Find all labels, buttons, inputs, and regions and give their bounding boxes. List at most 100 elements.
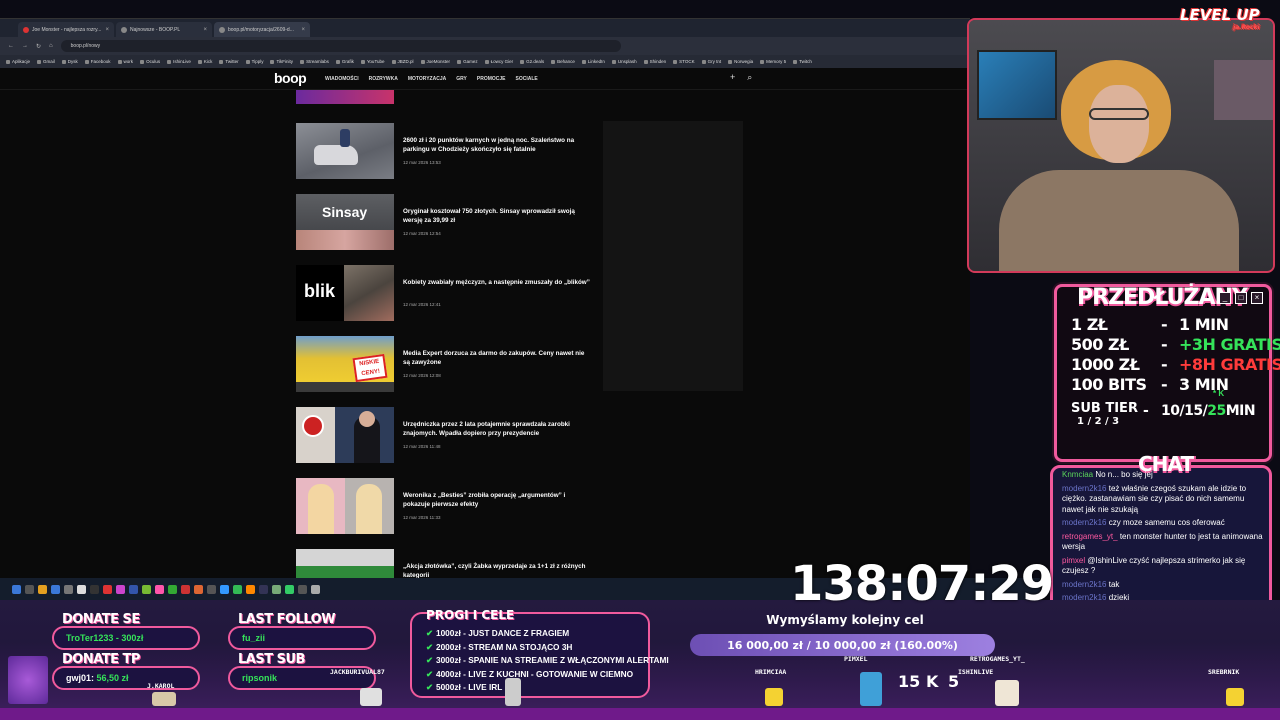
pixel-character xyxy=(995,680,1019,706)
nav-promocje[interactable]: PROMOCJE xyxy=(477,76,506,82)
taskbar-app-icon[interactable] xyxy=(25,584,34,594)
article-item[interactable]: blik Kobiety zwabiały mężczyzn, a następ… xyxy=(296,265,596,321)
taskbar-app-icon[interactable] xyxy=(181,584,190,594)
address-field[interactable]: boop.pl/nowy xyxy=(60,40,621,52)
taskbar-app-icon[interactable] xyxy=(246,584,255,594)
taskbar-app-icon[interactable] xyxy=(155,584,164,594)
bookmark-item[interactable]: Oculus xyxy=(140,59,160,64)
bookmark-item[interactable]: Memory 5 xyxy=(760,59,786,64)
article-thumb[interactable] xyxy=(296,478,394,534)
bookmark-item[interactable]: Gmail xyxy=(37,59,55,64)
tab-boop-najnowsze[interactable]: Najnowsze - BOOP.PL × xyxy=(116,22,212,37)
article-thumb[interactable] xyxy=(296,407,394,463)
taskbar-app-icon[interactable] xyxy=(220,584,229,594)
subathon-row: 100 BITS -3 MIN xyxy=(1071,375,1229,394)
bookmark-item[interactable]: STOCK xyxy=(673,59,695,64)
bookmark-item[interactable]: Norwegia xyxy=(728,59,753,64)
taskbar-app-icon[interactable] xyxy=(272,584,281,594)
bookmark-item[interactable]: Facebook xyxy=(84,59,111,64)
back-icon[interactable]: ← xyxy=(8,43,14,49)
plus-icon[interactable]: + xyxy=(730,72,735,83)
bookmark-item[interactable]: Łowcy Gier xyxy=(484,59,513,64)
bookmark-icon xyxy=(793,59,798,64)
taskbar-app-icon[interactable] xyxy=(12,584,21,594)
boop-logo[interactable]: boop xyxy=(274,70,307,86)
article-title[interactable]: Weronika z „Besties” zrobiła operację „a… xyxy=(403,492,593,509)
bookmark-item[interactable]: Twitch xyxy=(793,59,812,64)
article-item[interactable]: Sinsay Oryginał kosztował 750 złotych. S… xyxy=(296,194,596,250)
tab-boop-motoryzacja[interactable]: boop.pl/motoryzacja/2609-d... × xyxy=(214,22,310,37)
pixel-character xyxy=(765,688,783,706)
bookmark-item[interactable]: Gamez xyxy=(457,59,478,64)
taskbar-app-icon[interactable] xyxy=(142,584,151,594)
bookmark-item[interactable]: TikFinity xyxy=(270,59,293,64)
taskbar-app-icon[interactable] xyxy=(298,584,307,594)
taskbar-app-icon[interactable] xyxy=(311,584,320,594)
reload-icon[interactable]: ↻ xyxy=(36,43,41,50)
close-icon[interactable]: × xyxy=(301,27,305,33)
taskbar-app-icon[interactable] xyxy=(116,584,125,594)
article-thumb[interactable]: NISKIE CENY! xyxy=(296,336,394,392)
article-item[interactable]: Urzędniczka przez 2 lata potajemnie spra… xyxy=(296,407,596,463)
close-icon[interactable]: × xyxy=(105,27,109,33)
bookmark-item[interactable]: Tipply xyxy=(245,59,263,64)
taskbar-app-icon[interactable] xyxy=(51,584,60,594)
nav-wiadomosci[interactable]: WIADOMOŚCI xyxy=(325,76,359,82)
bookmark-item[interactable]: Unsplash xyxy=(611,59,637,64)
taskbar-app-icon[interactable] xyxy=(129,584,138,594)
taskbar-app-icon[interactable] xyxy=(38,584,47,594)
taskbar-app-icon[interactable] xyxy=(103,584,112,594)
nav-rozrywka[interactable]: ROZRYWKA xyxy=(369,76,398,82)
article-title[interactable]: Media Expert dorzuca za darmo do zakupów… xyxy=(403,350,593,367)
taskbar-app-icon[interactable] xyxy=(233,584,242,594)
taskbar-app-icon[interactable] xyxy=(90,584,99,594)
article-title[interactable]: Kobiety zwabiały mężczyzn, a następnie z… xyxy=(403,279,593,288)
bookmark-item[interactable]: Shinden xyxy=(643,59,666,64)
bookmark-item[interactable]: Twitter xyxy=(219,59,239,64)
bookmark-item[interactable]: JoeMonster xyxy=(420,59,450,64)
home-icon[interactable]: ⌂ xyxy=(49,43,53,49)
taskbar-app-icon[interactable] xyxy=(77,584,86,594)
taskbar-app-icon[interactable] xyxy=(207,584,216,594)
bookmark-item[interactable]: Grafik xyxy=(335,59,354,64)
pixel-character xyxy=(505,678,521,706)
taskbar-app-icon[interactable] xyxy=(194,584,203,594)
article-item[interactable]: 2600 zł i 20 punktów karnych w jedną noc… xyxy=(296,123,596,179)
article-title[interactable]: 2600 zł i 20 punktów karnych w jedną noc… xyxy=(403,137,593,154)
article-title[interactable]: Oryginał kosztował 750 złotych. Sinsay w… xyxy=(403,208,593,225)
nav-gry[interactable]: GRY xyxy=(456,76,467,82)
nav-sociale[interactable]: SOCIALE xyxy=(516,76,538,82)
article-thumb[interactable] xyxy=(296,123,394,179)
article-thumb[interactable]: Sinsay xyxy=(296,194,394,250)
taskbar-app-icon[interactable] xyxy=(64,584,73,594)
taskbar-app-icon[interactable] xyxy=(168,584,177,594)
pixel-character xyxy=(152,692,176,706)
forward-icon[interactable]: → xyxy=(22,43,28,49)
close-icon[interactable]: × xyxy=(203,27,207,33)
bookmark-item[interactable]: JBZD.pl xyxy=(391,59,414,64)
bookmark-item[interactable]: Aplikacje xyxy=(6,59,30,64)
bookmark-item[interactable]: YouTube xyxy=(360,59,385,64)
bookmark-item[interactable]: Behance xyxy=(551,59,575,64)
bookmark-item[interactable]: work xyxy=(117,59,133,64)
article-title[interactable]: Urzędniczka przez 2 lata potajemnie spra… xyxy=(403,421,593,438)
article-item[interactable]: NISKIE CENY! Media Expert dorzuca za dar… xyxy=(296,336,596,392)
article-thumb-partial[interactable] xyxy=(296,90,394,104)
bookmark-item[interactable]: G2.deals xyxy=(520,59,544,64)
tab-joemonster[interactable]: Joe Monster - najlepsza rozry... × xyxy=(18,22,114,37)
nav-motoryzacja[interactable]: MOTORYZACJA xyxy=(408,76,446,82)
bookmark-icon xyxy=(37,59,42,64)
bookmark-item[interactable]: Dysk xyxy=(61,59,78,64)
bookmark-item[interactable]: LinkedIn xyxy=(581,59,605,64)
taskbar-app-icon[interactable] xyxy=(259,584,268,594)
bookmark-item[interactable]: Gry tnt xyxy=(701,59,721,64)
article-item[interactable]: Weronika z „Besties” zrobiła operację „a… xyxy=(296,478,596,534)
search-icon[interactable]: ⌕ xyxy=(747,72,752,83)
bookmark-item[interactable]: IshinLive xyxy=(167,59,191,64)
bookmark-item[interactable]: Kick xyxy=(197,59,212,64)
article-thumb[interactable]: blik xyxy=(296,265,394,321)
taskbar-app-icon[interactable] xyxy=(285,584,294,594)
bookmark-item[interactable]: Streamlabs xyxy=(300,59,329,64)
bookmark-icon xyxy=(61,59,66,64)
goals-title: PROGI I CELE xyxy=(426,608,515,622)
